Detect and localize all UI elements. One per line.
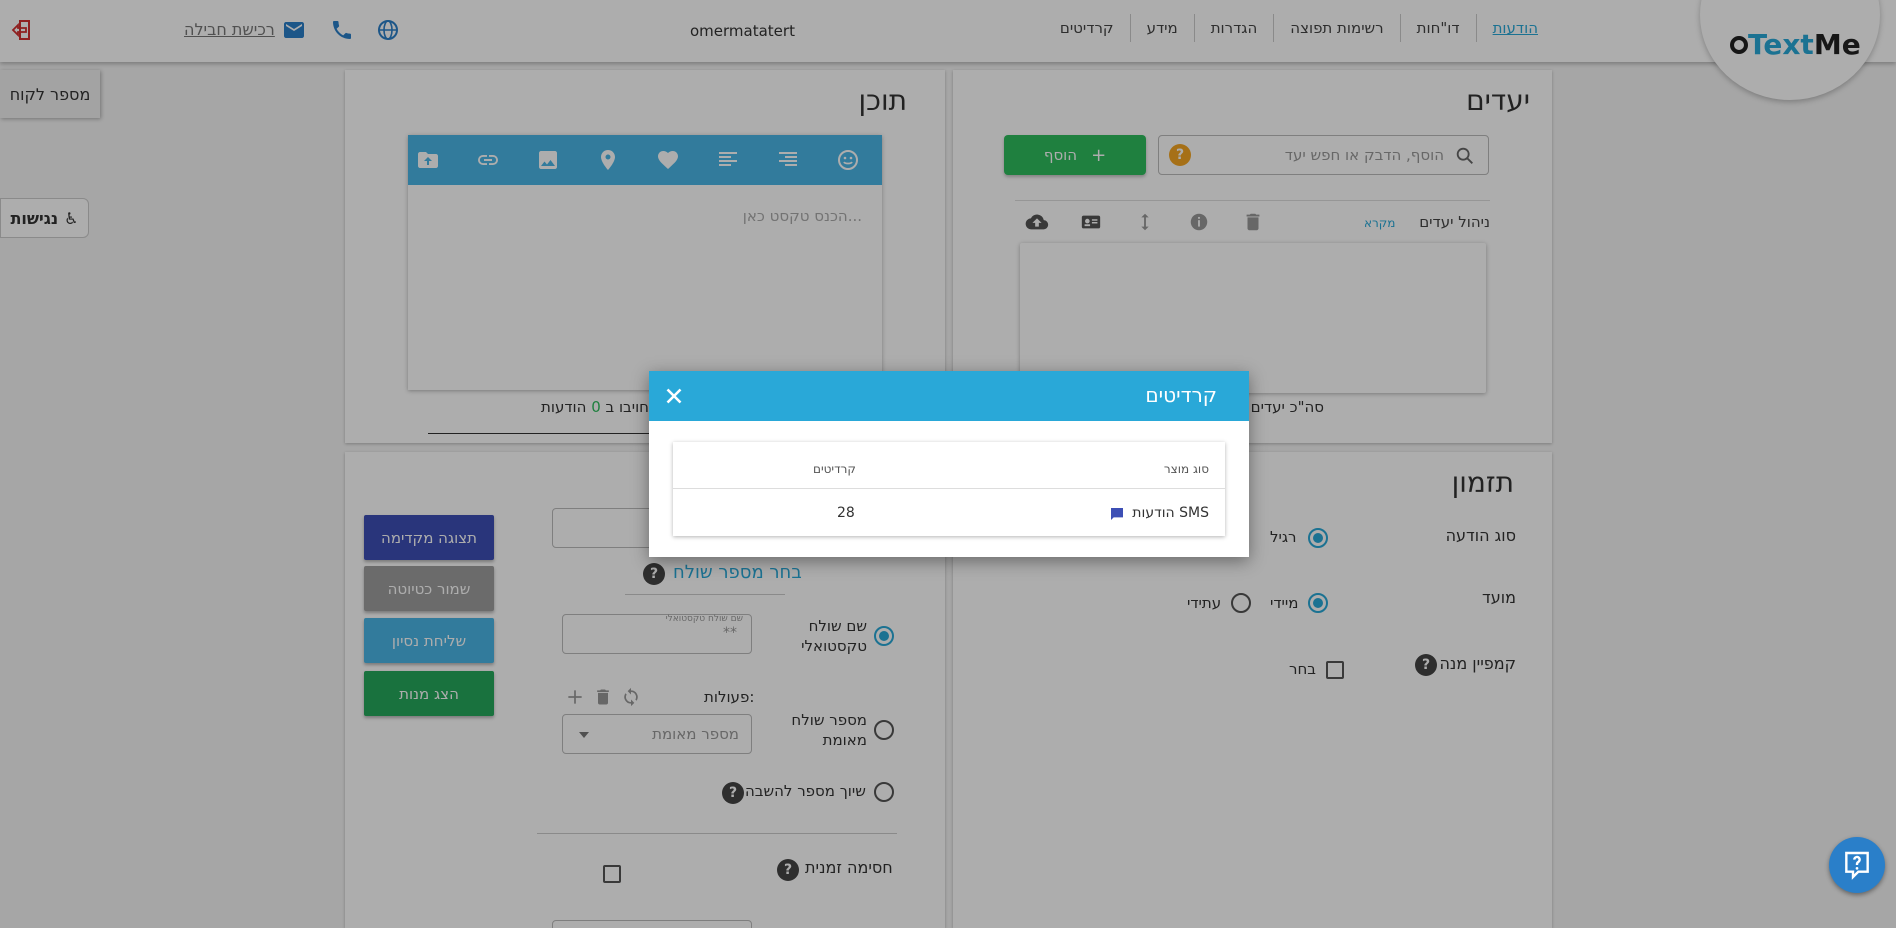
- help-question-icon: [1845, 851, 1869, 880]
- help-chat-button[interactable]: [1829, 837, 1885, 893]
- dialog-header: קרדיטים: [649, 371, 1249, 421]
- chat-bubble-icon: [1111, 508, 1123, 520]
- credits-dialog: קרדיטים סוג מוצר קרדיטים הודעות SMS 28: [649, 371, 1249, 557]
- credits-cell: 28: [837, 505, 855, 521]
- product-cell: הודעות SMS: [1132, 505, 1209, 521]
- header-divider: [673, 488, 1225, 489]
- close-icon[interactable]: [661, 383, 687, 409]
- dialog-title: קרדיטים: [1145, 383, 1217, 407]
- credits-table: סוג מוצר קרדיטים הודעות SMS 28: [673, 442, 1225, 536]
- product-type-header: סוג מוצר: [1163, 462, 1209, 476]
- credits-header: קרדיטים: [813, 462, 856, 476]
